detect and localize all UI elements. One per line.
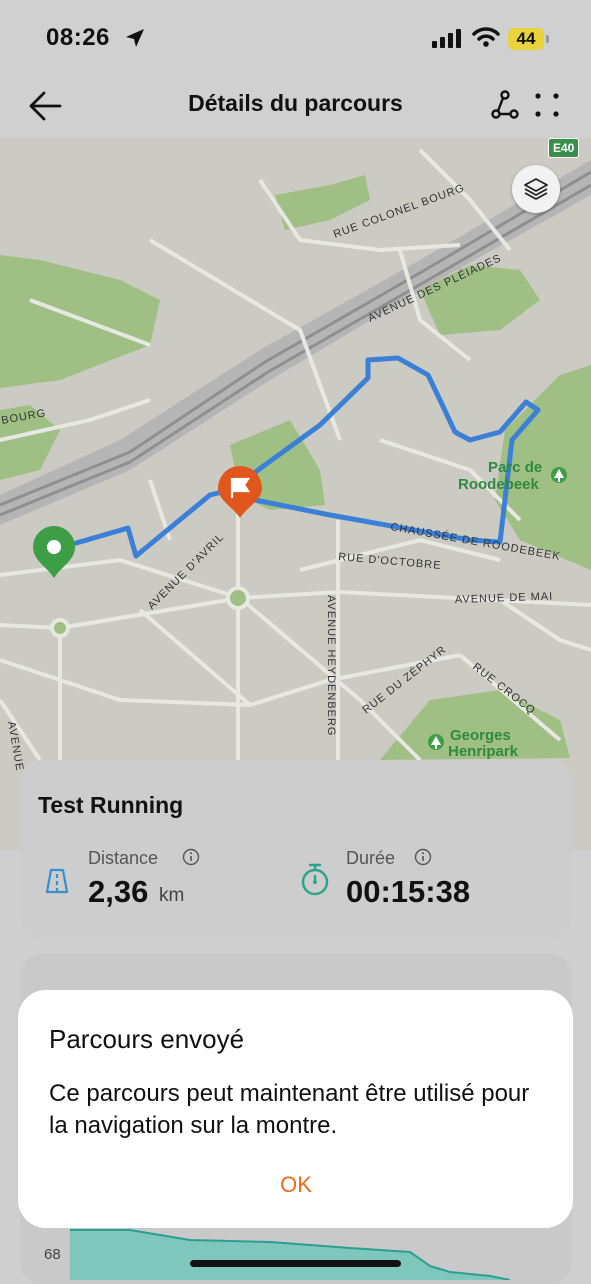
map-canvas: RUE COLONEL BOURG AVENUE DES PLÉIADES BO…: [0, 138, 591, 858]
wifi-icon: [472, 27, 500, 47]
roundabout-west: [50, 618, 70, 638]
distance-icon: [45, 868, 69, 894]
distance-info-icon[interactable]: [182, 848, 200, 866]
label-parc-roodebeek-2: Roodebeek: [458, 476, 540, 493]
label-georges-1: Georges: [450, 727, 511, 744]
status-time: 08:26: [46, 24, 110, 51]
more-options-icon[interactable]: [532, 90, 562, 120]
distance-unit: km: [159, 885, 185, 906]
label-avenue-heydenberg: AVENUE HEYDENBERG: [325, 595, 337, 737]
duration-label: Durée: [346, 848, 396, 868]
activity-name: Test Running: [38, 792, 184, 818]
dialog-message: Ce parcours peut maintenant être utilisé…: [49, 1080, 530, 1139]
label-parc-roodebeek-1: Parc de: [488, 459, 542, 476]
ok-button[interactable]: OK: [276, 1172, 316, 1198]
label-georges-2: Henripark: [448, 743, 519, 760]
stopwatch-icon: [301, 863, 329, 896]
map-layers-button[interactable]: [512, 165, 560, 213]
dialog-title: Parcours envoyé: [49, 1024, 245, 1054]
route-map[interactable]: RUE COLONEL BOURG AVENUE DES PLÉIADES BO…: [0, 138, 591, 858]
route-share-icon[interactable]: [488, 88, 522, 122]
distance-value: 2,36: [88, 874, 149, 909]
battery-level: 44: [508, 28, 544, 50]
battery-indicator: 44: [508, 28, 550, 50]
roundabout: [226, 586, 250, 610]
cellular-signal-icon: [432, 29, 461, 48]
highway-shield-e40: E40: [548, 138, 580, 158]
chart-y-tick: 68: [44, 1246, 61, 1263]
distance-label: Distance: [88, 848, 159, 868]
duration-info-icon[interactable]: [414, 848, 432, 866]
layers-icon: [524, 178, 548, 200]
duration-value: 00:15:38: [346, 874, 471, 909]
home-indicator[interactable]: [190, 1260, 401, 1267]
battery-tip: [546, 35, 549, 43]
location-arrow-icon: [126, 29, 144, 47]
